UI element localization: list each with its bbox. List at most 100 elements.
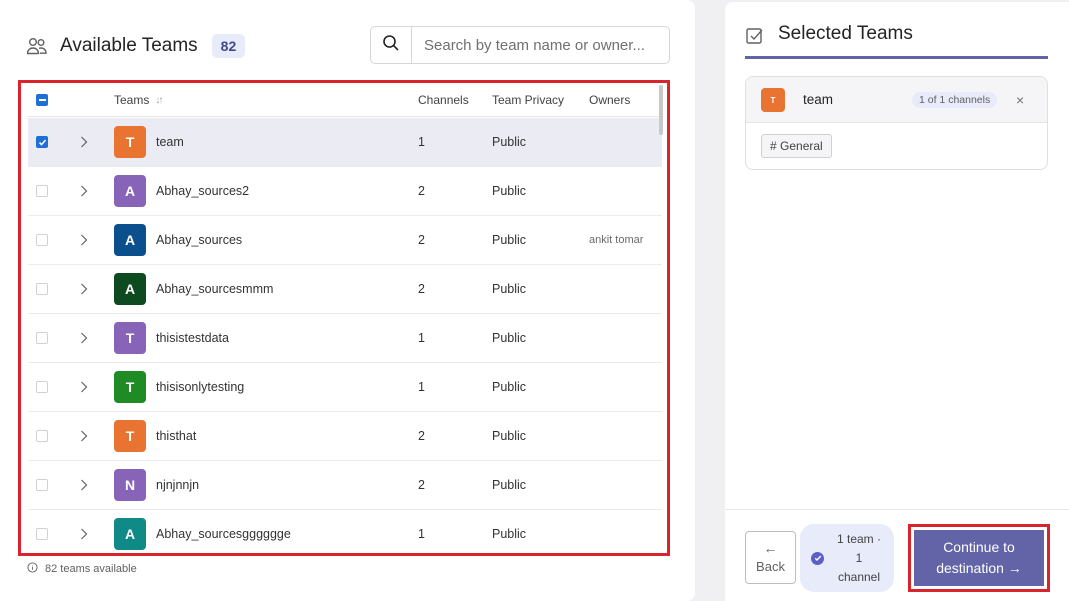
chevron-right-icon[interactable]	[80, 412, 88, 460]
team-avatar-cell: A	[114, 167, 146, 215]
table-row[interactable]: A Abhay_sources2 2 Public	[28, 167, 662, 216]
team-owners: ankit tomar	[589, 234, 644, 246]
team-privacy: Public	[492, 478, 527, 492]
team-avatar: N	[114, 469, 146, 501]
team-name: Abhay_sources2	[156, 184, 250, 198]
team-privacy: Public	[492, 233, 527, 247]
available-teams-header: Available Teams 82	[26, 32, 246, 60]
team-channels: 1	[418, 527, 425, 541]
row-checkbox-cell	[36, 363, 48, 411]
table-scrollbar[interactable]	[659, 85, 663, 135]
search-button[interactable]	[371, 27, 412, 63]
summary-text: 1 team · 1 channel	[833, 530, 885, 587]
team-privacy: Public	[492, 135, 527, 149]
team-avatar-cell: T	[114, 314, 146, 362]
table-header: Teams ↓↑ Channels Team Privacy Owners	[28, 83, 662, 117]
team-name: thisisonlytesting	[156, 380, 245, 394]
team-privacy: Public	[492, 380, 527, 394]
chevron-right-icon[interactable]	[80, 265, 88, 313]
selection-summary: 1 team · 1 channel	[800, 524, 894, 592]
search-input[interactable]	[412, 28, 669, 62]
channel-chip-general: # General	[761, 134, 832, 158]
team-privacy: Public	[492, 429, 527, 443]
row-checkbox[interactable]	[36, 528, 48, 540]
selected-teams-panel: Selected Teams T team 1 of 1 channels × …	[725, 2, 1069, 601]
sort-icon[interactable]: ↓↑	[155, 95, 163, 106]
search-box	[370, 26, 670, 64]
row-checkbox[interactable]	[36, 234, 48, 246]
continue-line-1: Continue to	[943, 539, 1015, 555]
back-label: Back	[756, 559, 785, 574]
table-row[interactable]: Tteam 1 Public	[28, 118, 662, 167]
row-checkbox-cell	[36, 216, 48, 264]
row-checkbox[interactable]	[36, 479, 48, 491]
select-all-cell	[36, 83, 48, 117]
continue-line-2: destination →	[936, 560, 1022, 576]
row-checkbox[interactable]	[36, 381, 48, 393]
chevron-right-icon[interactable]	[80, 167, 88, 215]
teams-table: Teams ↓↑ Channels Team Privacy Owners Tt…	[18, 80, 670, 556]
chevron-right-icon[interactable]	[80, 314, 88, 362]
team-avatar: T	[114, 322, 146, 354]
team-avatar-cell: T	[114, 412, 146, 460]
team-name: thisthat	[156, 429, 197, 443]
team-privacy: Public	[492, 527, 527, 541]
table-row[interactable]: A Abhay_sourcesgggggge 1 Public	[28, 510, 662, 553]
selected-team-card: T team 1 of 1 channels × # General	[745, 76, 1048, 170]
team-avatar: T	[114, 371, 146, 403]
team-avatar: A	[114, 273, 146, 305]
channels-column-header: Channels	[418, 93, 469, 107]
back-button[interactable]: ← Back	[745, 531, 796, 584]
privacy-column-header: Team Privacy	[492, 93, 565, 107]
table-row[interactable]: Tthisthat 2 Public	[28, 412, 662, 461]
row-checkbox-cell	[36, 314, 48, 362]
team-privacy: Public	[492, 331, 527, 345]
team-name: team	[156, 135, 184, 149]
row-checkbox[interactable]	[36, 185, 48, 197]
team-avatar-cell: A	[114, 510, 146, 553]
team-channels: 2	[418, 233, 425, 247]
team-name: Abhay_sourcesgggggge	[156, 527, 291, 541]
continue-to-destination-button[interactable]: Continue to destination →	[914, 530, 1044, 586]
footnote-text: 82 teams available	[45, 563, 137, 575]
table-row[interactable]: A Abhay_sources 2 Public ankit tomar	[28, 216, 662, 265]
summary-line-teams: 1 team ·	[836, 531, 881, 546]
team-avatar: A	[114, 175, 146, 207]
table-row[interactable]: Nnjnjnnjn 2 Public	[28, 461, 662, 510]
team-avatar: A	[114, 518, 146, 550]
row-checkbox-cell	[36, 461, 48, 509]
team-channels: 2	[418, 429, 425, 443]
chevron-right-icon[interactable]	[80, 118, 88, 166]
team-channels: 2	[418, 478, 425, 492]
table-row[interactable]: Tthisistestdata 1 Public	[28, 314, 662, 363]
chevron-right-icon[interactable]	[80, 216, 88, 264]
table-row[interactable]: A Abhay_sourcesmmm 2 Public	[28, 265, 662, 314]
team-privacy: Public	[492, 184, 527, 198]
row-checkbox[interactable]	[36, 283, 48, 295]
search-icon	[382, 34, 400, 57]
team-channels: 2	[418, 282, 425, 296]
row-checkbox[interactable]	[36, 332, 48, 344]
team-channels: 1	[418, 135, 425, 149]
chevron-right-icon[interactable]	[80, 510, 88, 553]
row-checkbox-cell	[36, 412, 48, 460]
selected-team-name: team	[803, 92, 834, 107]
select-all-checkbox[interactable]	[36, 94, 48, 106]
table-row[interactable]: Tthisisonlytesting 1 Public	[28, 363, 662, 412]
team-avatar-cell: N	[114, 461, 146, 509]
people-icon	[26, 35, 48, 57]
continue-highlight: Continue to destination →	[908, 524, 1050, 592]
row-checkbox[interactable]	[36, 136, 48, 148]
selected-teams-header: Selected Teams	[745, 22, 1048, 59]
chevron-right-icon[interactable]	[80, 461, 88, 509]
team-channels: 2	[418, 184, 425, 198]
info-icon	[27, 562, 38, 576]
team-channels: 1	[418, 331, 425, 345]
check-circle-icon	[811, 551, 824, 565]
close-icon[interactable]: ×	[1016, 92, 1024, 108]
teams-column-header[interactable]: Teams ↓↑	[114, 83, 163, 117]
teams-column-label: Teams	[114, 93, 150, 107]
chevron-right-icon[interactable]	[80, 363, 88, 411]
summary-line-channel: channel	[837, 569, 881, 584]
row-checkbox[interactable]	[36, 430, 48, 442]
